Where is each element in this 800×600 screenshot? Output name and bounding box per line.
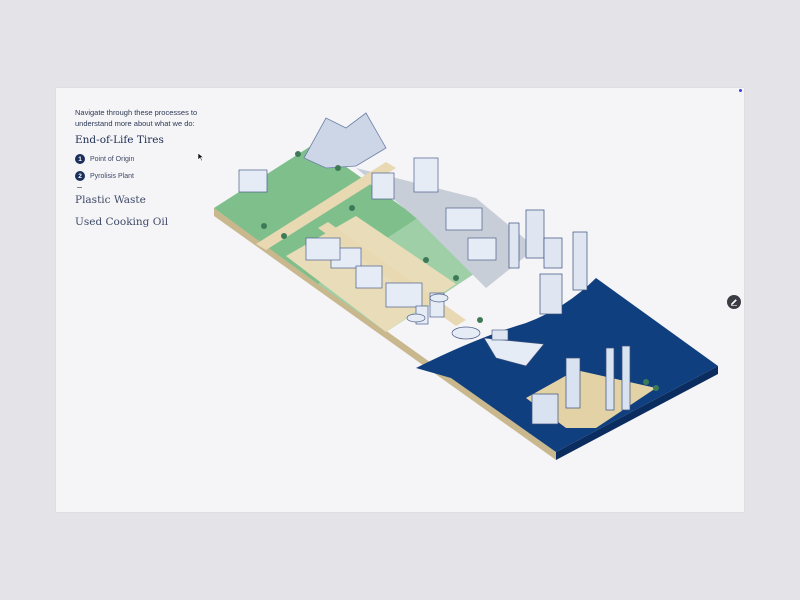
isometric-city-map[interactable] (56, 88, 744, 512)
tire-pile (303, 112, 387, 169)
pen-icon (731, 299, 737, 306)
edit-button[interactable] (727, 295, 741, 309)
content-card: Navigate through these processes to unde… (56, 88, 744, 512)
